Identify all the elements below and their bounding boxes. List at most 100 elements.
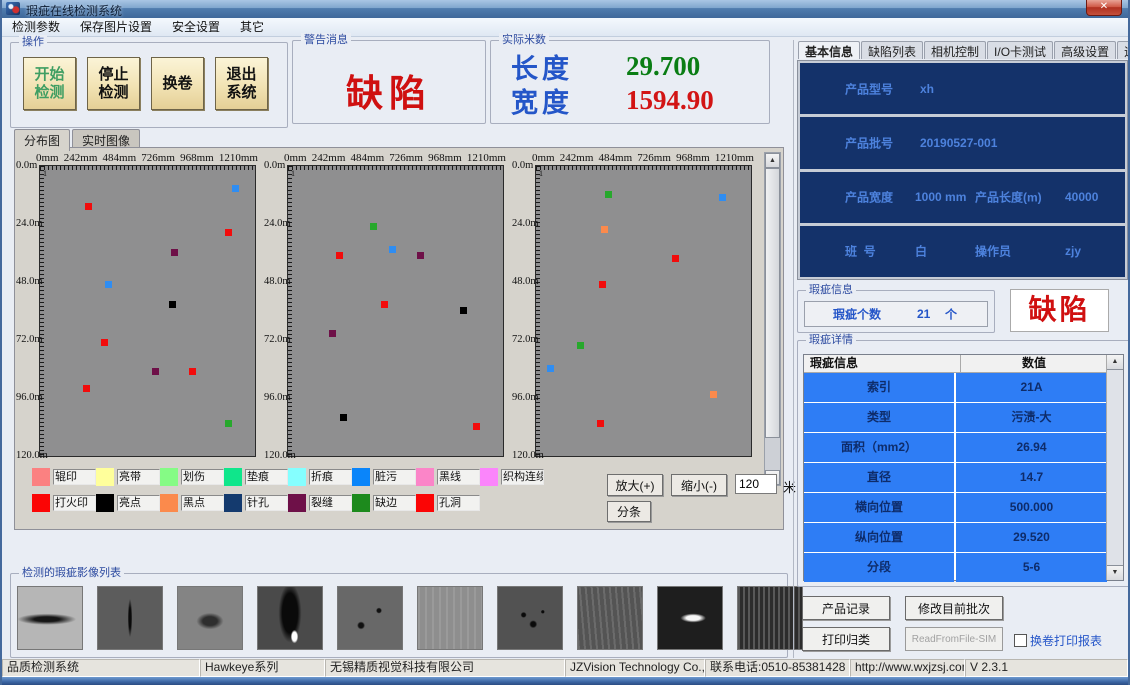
defect-point[interactable] bbox=[710, 391, 717, 398]
view-tab-分布图[interactable]: 分布图 bbox=[14, 129, 70, 151]
legend-color-swatch bbox=[224, 468, 242, 486]
defect-point[interactable] bbox=[597, 420, 604, 427]
defect-point[interactable] bbox=[599, 281, 606, 288]
lane-number: 1 bbox=[43, 169, 47, 178]
defect-alarm-box: 缺陷 bbox=[1010, 289, 1109, 332]
table-row[interactable]: 类型污渍-大 bbox=[804, 403, 1107, 432]
defect-point[interactable] bbox=[336, 252, 343, 259]
defect-point[interactable] bbox=[417, 252, 424, 259]
defect-thumbnail[interactable] bbox=[497, 586, 563, 650]
legend-label: 裂缝 bbox=[309, 495, 352, 511]
scroll-up-button[interactable]: ▲ bbox=[765, 153, 780, 168]
defect-point[interactable] bbox=[152, 368, 159, 375]
defect-thumbnail[interactable] bbox=[17, 586, 83, 650]
scrollbar-thumb[interactable] bbox=[765, 168, 780, 438]
op-button-stop[interactable]: 停止 检测 bbox=[87, 57, 140, 110]
defect-point[interactable] bbox=[381, 301, 388, 308]
right-panel-tabs: 基本信息缺陷列表相机控制I/O卡测试高级设置运行状态信息 bbox=[798, 41, 1130, 59]
defect-point[interactable] bbox=[83, 385, 90, 392]
op-button-start[interactable]: 开始 检测 bbox=[23, 57, 76, 110]
defect-point[interactable] bbox=[169, 301, 176, 308]
info-value: 20190527-001 bbox=[920, 136, 997, 150]
table-row[interactable]: 纵向位置29.520 bbox=[804, 523, 1107, 552]
defect-point[interactable] bbox=[329, 330, 336, 337]
tab-相机控制[interactable]: 相机控制 bbox=[924, 41, 986, 59]
print-on-roll-change-checkbox[interactable] bbox=[1014, 634, 1027, 647]
defect-point[interactable] bbox=[460, 307, 467, 314]
defect-thumbnail[interactable] bbox=[177, 586, 243, 650]
defect-thumbnail[interactable] bbox=[97, 586, 163, 650]
table-row[interactable]: 索引21A bbox=[804, 373, 1107, 402]
defect-thumbnail[interactable] bbox=[417, 586, 483, 650]
table-row[interactable]: 横向位置500.000 bbox=[804, 493, 1107, 522]
lane-number: 1 bbox=[539, 169, 543, 178]
x-tick-label: 1210mm bbox=[467, 152, 506, 164]
defect-point[interactable] bbox=[105, 281, 112, 288]
menu-item[interactable]: 其它 bbox=[230, 18, 274, 36]
defect-point[interactable] bbox=[672, 255, 679, 262]
tab-缺陷列表[interactable]: 缺陷列表 bbox=[861, 41, 923, 59]
defect-point[interactable] bbox=[719, 194, 726, 201]
tab-运行状态信息[interactable]: 运行状态信息 bbox=[1117, 41, 1130, 59]
menu-item[interactable]: 保存图片设置 bbox=[70, 18, 162, 36]
tab-高级设置[interactable]: 高级设置 bbox=[1054, 41, 1116, 59]
defect-thumbnail[interactable] bbox=[577, 586, 643, 650]
product-record-button[interactable]: 产品记录 bbox=[802, 596, 890, 620]
split-button[interactable]: 分条 bbox=[607, 501, 651, 522]
defect-point[interactable] bbox=[225, 420, 232, 427]
cell-name: 直径 bbox=[804, 463, 954, 492]
defect-point[interactable] bbox=[547, 365, 554, 372]
defect-thumbnail[interactable] bbox=[657, 586, 723, 650]
defect-point[interactable] bbox=[225, 229, 232, 236]
plot-scrollbar[interactable]: ▲ ▼ bbox=[764, 152, 781, 486]
table-row[interactable]: 面积（mm2）26.94 bbox=[804, 433, 1107, 462]
defect-point[interactable] bbox=[601, 226, 608, 233]
defect-point[interactable] bbox=[85, 203, 92, 210]
info-label: 操作员 bbox=[975, 243, 1011, 260]
defect-point[interactable] bbox=[189, 368, 196, 375]
defect-point[interactable] bbox=[577, 342, 584, 349]
menu-item[interactable]: 安全设置 bbox=[162, 18, 230, 36]
legend-color-swatch bbox=[352, 494, 370, 512]
zoom-in-button[interactable]: 放大(+) bbox=[607, 474, 663, 496]
table-scroll-down[interactable]: ▼ bbox=[1107, 565, 1123, 580]
defect-image-list-group: 检测的瑕疵影像列表 bbox=[10, 573, 788, 658]
legend-item: 黑线 bbox=[416, 468, 480, 486]
operation-group: 操作 开始 检测停止 检测换卷退出 系统 bbox=[10, 42, 288, 128]
header-cell: 数值 bbox=[961, 355, 1107, 372]
title-bar: 瑕疵在线检测系统 ✕ bbox=[2, 0, 1128, 19]
close-button[interactable]: ✕ bbox=[1086, 0, 1122, 16]
y-tick-label: 48.0m bbox=[512, 276, 535, 287]
defect-point[interactable] bbox=[370, 223, 377, 230]
table-scrollbar[interactable]: ▲ ▼ bbox=[1106, 355, 1123, 580]
defect-point[interactable] bbox=[171, 249, 178, 256]
defect-point[interactable] bbox=[232, 185, 239, 192]
legend-label: 垫痕 bbox=[245, 469, 288, 485]
tab-基本信息[interactable]: 基本信息 bbox=[798, 41, 860, 59]
defect-point[interactable] bbox=[605, 191, 612, 198]
table-row[interactable]: 分段5-6 bbox=[804, 553, 1107, 582]
zoom-out-button[interactable]: 缩小(-) bbox=[671, 474, 727, 496]
op-button-exit[interactable]: 退出 系统 bbox=[215, 57, 268, 110]
defect-point[interactable] bbox=[473, 423, 480, 430]
print-classify-button[interactable]: 打印归类 bbox=[802, 627, 890, 651]
meter-row: 长度29.700 bbox=[511, 49, 700, 83]
meter-range-input[interactable] bbox=[735, 474, 777, 494]
defect-point[interactable] bbox=[389, 246, 396, 253]
legend-row-1: 辊印亮带划伤垫痕折痕脏污黑线织构连续 bbox=[32, 468, 544, 486]
x-axis-labels: 0mm242mm484mm726mm968mm1210mm bbox=[284, 152, 506, 164]
defect-thumbnail[interactable] bbox=[337, 586, 403, 650]
status-bar: 品质检测系统Hawkeye系列无锡精质视觉科技有限公司JZVision Tech… bbox=[2, 659, 1128, 677]
panel-divider bbox=[793, 40, 794, 658]
menu-item[interactable]: 检测参数 bbox=[2, 18, 70, 36]
op-button-change-roll[interactable]: 换卷 bbox=[151, 57, 204, 110]
view-tab-实时图像[interactable]: 实时图像 bbox=[72, 129, 140, 148]
info-value: 1000 mm bbox=[915, 190, 966, 204]
table-scroll-up[interactable]: ▲ bbox=[1107, 355, 1123, 370]
defect-thumbnail[interactable] bbox=[257, 586, 323, 650]
tab-I/O卡测试[interactable]: I/O卡测试 bbox=[987, 41, 1053, 59]
defect-point[interactable] bbox=[340, 414, 347, 421]
defect-point[interactable] bbox=[101, 339, 108, 346]
modify-batch-button[interactable]: 修改目前批次 bbox=[905, 596, 1003, 620]
table-row[interactable]: 直径14.7 bbox=[804, 463, 1107, 492]
